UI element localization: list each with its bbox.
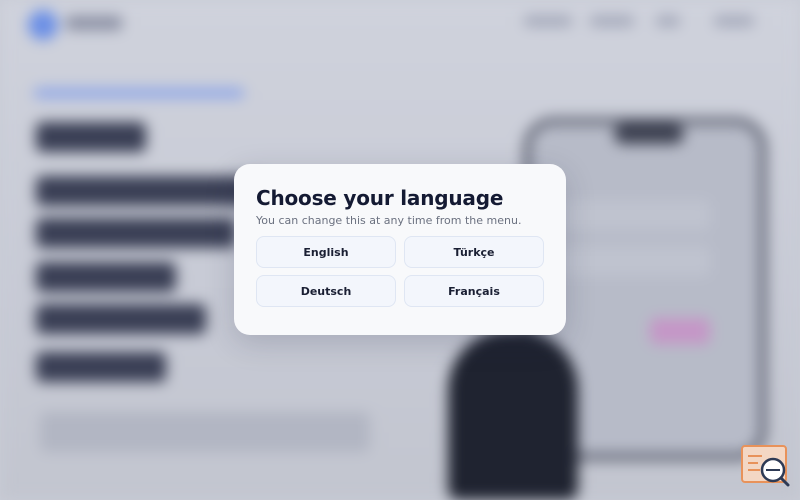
background-heading-line (36, 352, 166, 382)
background-nav-item (524, 16, 572, 26)
language-button-french[interactable]: Français (404, 275, 544, 307)
modal-title: Choose your language (256, 186, 504, 210)
background-phone-tile (560, 200, 710, 230)
background-person-silhouette (448, 330, 578, 500)
background-phone-notch (614, 124, 684, 144)
language-button-german[interactable]: Deutsch (256, 275, 396, 307)
background-nav-item (590, 16, 634, 26)
background-heading-line (36, 262, 176, 292)
background-logo-text (66, 16, 122, 30)
background-heading-line (36, 176, 266, 206)
language-modal: Choose your language You can change this… (234, 164, 566, 335)
language-button-english[interactable]: English (256, 236, 396, 268)
language-options: English Türkçe Deutsch Français (256, 236, 544, 307)
background-nav-item (656, 16, 680, 26)
background-nav-item (714, 16, 754, 26)
background-phone-tile (560, 246, 710, 276)
background-heading-line (36, 122, 146, 152)
background-subtext-block (40, 412, 370, 452)
background-breadcrumb (34, 88, 244, 98)
modal-subtitle: You can change this at any time from the… (256, 214, 522, 227)
background-heading-line (36, 304, 206, 334)
background-heading-line (36, 218, 236, 248)
language-button-turkish[interactable]: Türkçe (404, 236, 544, 268)
background-logo (28, 10, 58, 40)
search-document-icon[interactable] (740, 444, 790, 488)
background-phone-highlight (650, 318, 710, 344)
